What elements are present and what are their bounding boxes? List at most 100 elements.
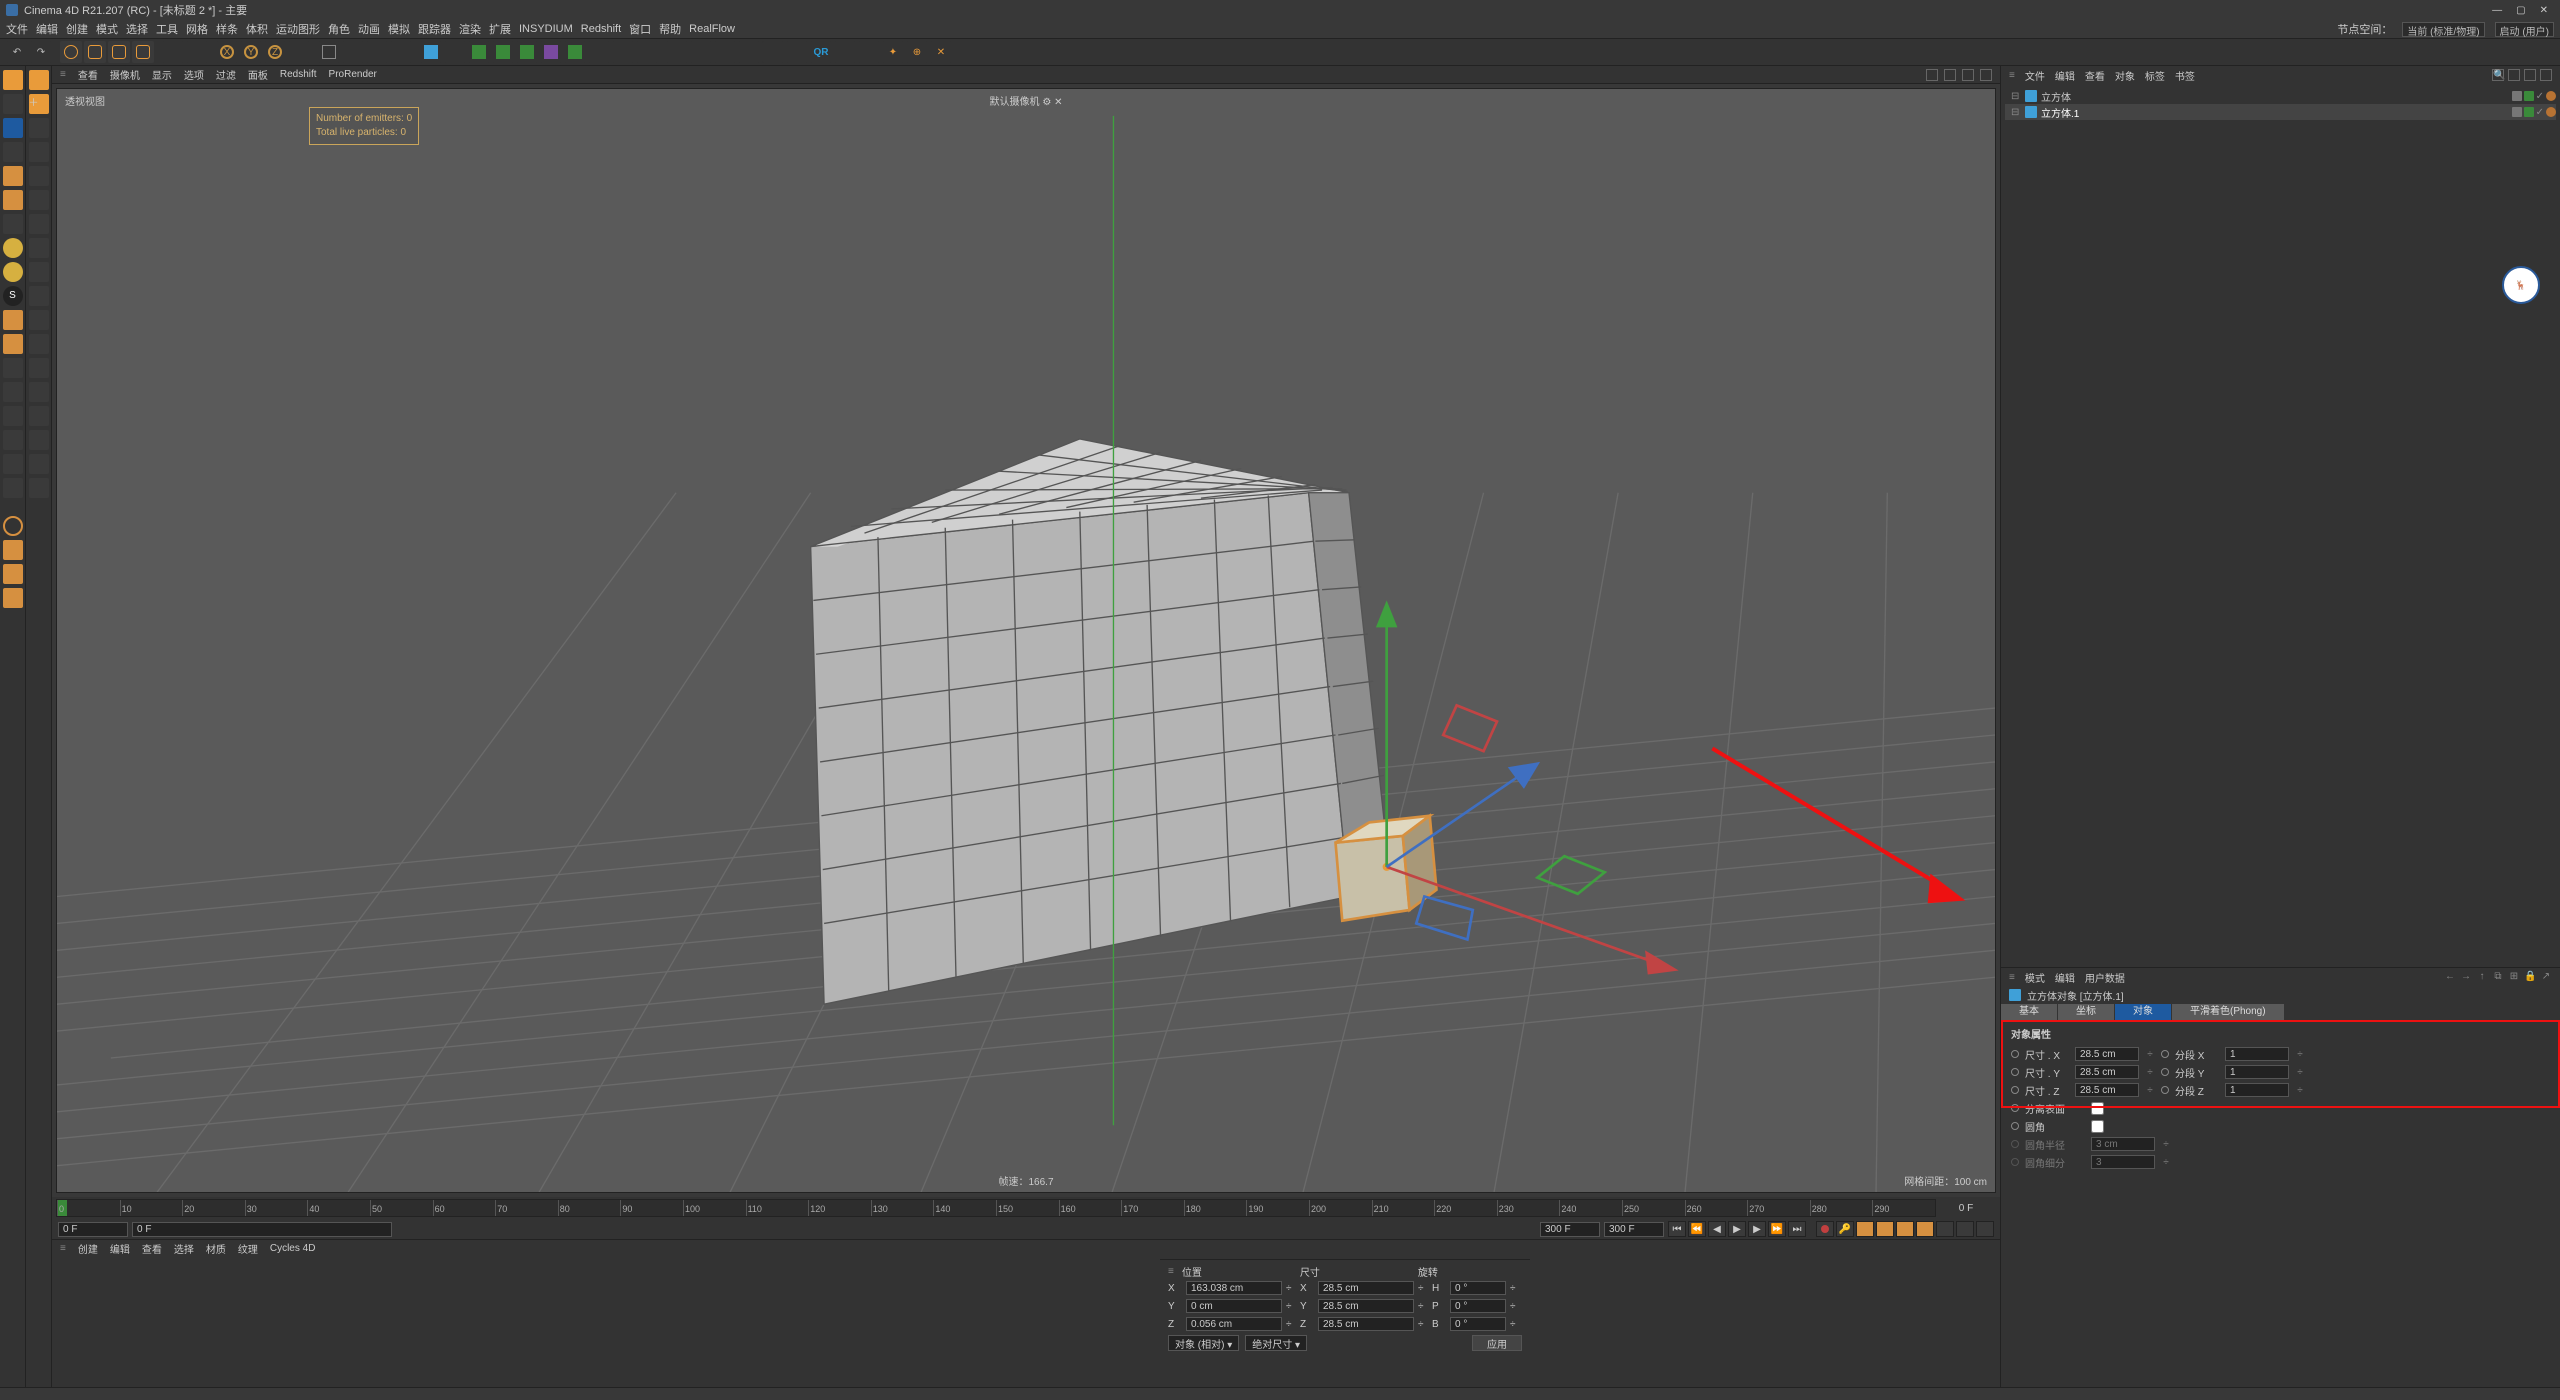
tool[interactable] xyxy=(3,382,23,402)
nav-up[interactable]: ↑ xyxy=(2476,971,2488,983)
tool[interactable] xyxy=(3,430,23,450)
array-icon[interactable] xyxy=(516,41,538,63)
lock-icon[interactable]: 🔒 xyxy=(2524,971,2536,983)
tool-icon[interactable] xyxy=(29,118,49,138)
goto-start[interactable]: ⏮ xyxy=(1668,1221,1686,1237)
object-mode[interactable] xyxy=(3,118,23,138)
mat-tab[interactable]: 查看 xyxy=(142,1241,162,1256)
light-icon[interactable] xyxy=(636,41,658,63)
fillet-checkbox[interactable] xyxy=(2091,1120,2104,1133)
mat-tab[interactable]: 创建 xyxy=(78,1241,98,1256)
tool-icon[interactable] xyxy=(29,238,49,258)
render-settings[interactable] xyxy=(390,41,412,63)
extra-icon[interactable]: ✦ xyxy=(882,41,904,63)
tool[interactable] xyxy=(3,478,23,498)
tool-icon[interactable] xyxy=(29,382,49,402)
attr-menu-item[interactable]: 编辑 xyxy=(2055,970,2075,985)
rot-h-input[interactable] xyxy=(1450,1281,1506,1295)
apply-button[interactable]: 应用 xyxy=(1472,1335,1522,1351)
range-start2-input[interactable] xyxy=(132,1222,392,1237)
key-opts[interactable] xyxy=(1856,1221,1874,1237)
menu-item[interactable]: 创建 xyxy=(66,21,88,37)
size-mode-select[interactable]: 绝对尺寸 ▾ xyxy=(1245,1335,1307,1351)
omgr-menu-item[interactable]: 编辑 xyxy=(2055,68,2075,83)
axis-z-toggle[interactable]: Z xyxy=(264,41,286,63)
nav-fwd[interactable]: → xyxy=(2460,971,2472,983)
phong-tag-icon[interactable] xyxy=(2546,107,2556,117)
mat-tab[interactable]: 编辑 xyxy=(110,1241,130,1256)
menu-item[interactable]: 模拟 xyxy=(388,21,410,37)
proj-end-input[interactable] xyxy=(1604,1222,1664,1237)
record-button[interactable] xyxy=(1816,1221,1834,1237)
vp-menu-item[interactable]: 过滤 xyxy=(216,67,236,82)
texture-mode[interactable] xyxy=(3,94,23,114)
menu-item[interactable]: 帮助 xyxy=(659,21,681,37)
menu-item[interactable]: 窗口 xyxy=(629,21,651,37)
menu-item[interactable]: 跟踪器 xyxy=(418,21,451,37)
vp-menu-item[interactable]: 摄像机 xyxy=(110,67,140,82)
menu-item[interactable]: 样条 xyxy=(216,21,238,37)
tool-icon[interactable] xyxy=(29,70,49,90)
vp-icon[interactable] xyxy=(1944,69,1956,81)
tool[interactable] xyxy=(3,406,23,426)
tool-icon[interactable] xyxy=(29,430,49,450)
tool-icon[interactable] xyxy=(29,166,49,186)
move-tool[interactable] xyxy=(84,41,106,63)
extra-icon[interactable]: ⊕ xyxy=(906,41,928,63)
size-x-input2[interactable] xyxy=(1318,1281,1414,1295)
vp-icon[interactable] xyxy=(1926,69,1938,81)
render-pv[interactable] xyxy=(366,41,388,63)
timeline-ruler[interactable]: 0102030405060708090100110120130140150160… xyxy=(56,1199,1936,1217)
menu-item[interactable]: 网格 xyxy=(186,21,208,37)
poly-mode[interactable] xyxy=(3,190,23,210)
extra-icon[interactable] xyxy=(690,41,712,63)
mat-tab[interactable]: 纹理 xyxy=(238,1241,258,1256)
pen-tool[interactable] xyxy=(444,41,466,63)
extra-icon[interactable] xyxy=(834,41,856,63)
attr-menu-item[interactable]: 模式 xyxy=(2025,970,2045,985)
lock-xyz[interactable] xyxy=(186,41,208,63)
nav-tool[interactable] xyxy=(3,540,23,560)
axis-y-toggle[interactable]: Y xyxy=(240,41,262,63)
cube-primitive[interactable] xyxy=(420,41,442,63)
coord-mode-select[interactable]: 对象 (相对) ▾ xyxy=(1168,1335,1239,1351)
extra-icon[interactable] xyxy=(786,41,808,63)
menu-item[interactable]: Redshift xyxy=(581,23,621,35)
menu-item[interactable]: 动画 xyxy=(358,21,380,37)
tool-icon[interactable] xyxy=(29,214,49,234)
close-button[interactable]: ✕ xyxy=(2540,5,2548,16)
vp-menu-item[interactable]: 选项 xyxy=(184,67,204,82)
vp-menu-item[interactable]: ProRender xyxy=(329,69,377,80)
play-fwd[interactable]: ▶ xyxy=(1748,1221,1766,1237)
omgr-menu-item[interactable]: 对象 xyxy=(2115,68,2135,83)
tool[interactable] xyxy=(3,454,23,474)
visibility-dot[interactable] xyxy=(2524,107,2534,117)
menu-item[interactable]: RealFlow xyxy=(689,23,735,35)
attr-tab-coord[interactable]: 坐标 xyxy=(2058,1004,2114,1020)
object-manager[interactable]: ⊟ 立方体 ✓ ⊟ 立方体.1 ✓ xyxy=(2001,84,2560,967)
rot-p-input[interactable] xyxy=(1450,1299,1506,1313)
vp-icon[interactable] xyxy=(1980,69,1992,81)
tool-icon[interactable] xyxy=(29,358,49,378)
tool[interactable] xyxy=(3,334,23,354)
menu-item[interactable]: 编辑 xyxy=(36,21,58,37)
key-opts[interactable] xyxy=(1876,1221,1894,1237)
vp-menu-item[interactable]: 查看 xyxy=(78,67,98,82)
subdiv-icon[interactable] xyxy=(468,41,490,63)
vp-icon[interactable] xyxy=(1962,69,1974,81)
render-view[interactable] xyxy=(318,41,340,63)
nodespace-combo[interactable]: 当前 (标准/物理) xyxy=(2402,22,2484,37)
tool-icon[interactable] xyxy=(29,454,49,474)
play-back[interactable]: ▶ xyxy=(1728,1221,1746,1237)
seg-y-input[interactable] xyxy=(2225,1065,2289,1079)
menu-item[interactable]: 文件 xyxy=(6,21,28,37)
tool-icon[interactable] xyxy=(29,286,49,306)
deformer-icon[interactable] xyxy=(540,41,562,63)
object-row[interactable]: ⊟ 立方体.1 ✓ xyxy=(2005,104,2556,120)
tool-icon[interactable] xyxy=(29,406,49,426)
tool[interactable] xyxy=(3,358,23,378)
key-opts[interactable] xyxy=(1896,1221,1914,1237)
edge-mode[interactable] xyxy=(3,166,23,186)
mat-tab[interactable]: 选择 xyxy=(174,1241,194,1256)
mat-tab[interactable]: 材质 xyxy=(206,1241,226,1256)
